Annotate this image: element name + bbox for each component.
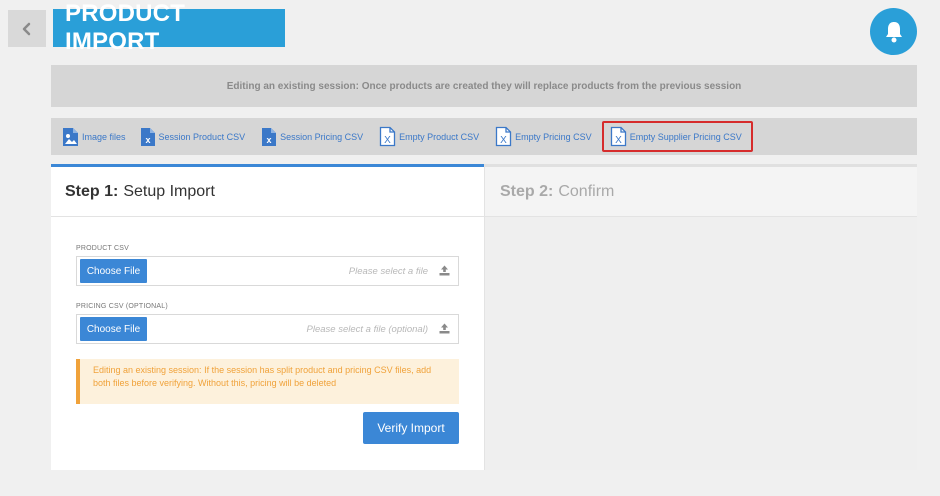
step-number: Step 1:: [65, 182, 119, 200]
product-csv-field[interactable]: Choose File Please select a file: [76, 256, 459, 286]
svg-text:X: X: [500, 135, 507, 146]
download-link-label: Image files: [82, 131, 126, 142]
product-csv-placeholder: Please select a file: [348, 265, 428, 277]
tab-step-1[interactable]: Step 1: Setup Import: [51, 164, 484, 217]
download-empty-supplier-pricing-csv-link[interactable]: X Empty Supplier Pricing CSV: [601, 121, 753, 152]
excel-outline-icon: X: [610, 126, 626, 147]
session-warning: Editing an existing session: If the sess…: [76, 359, 459, 404]
product-csv-label: PRODUCT CSV: [76, 245, 130, 252]
pricing-csv-choose-button[interactable]: Choose File: [80, 317, 147, 341]
excel-file-icon: x: [140, 127, 155, 146]
download-empty-product-csv-link[interactable]: X Empty Product CSV: [375, 121, 483, 152]
download-image-files-link[interactable]: Image files: [58, 121, 130, 152]
chevron-left-icon: [22, 22, 31, 35]
excel-outline-icon: X: [496, 126, 512, 147]
downloads-bar: Image files x Session Product CSV x Sess…: [51, 118, 917, 155]
pricing-csv-field[interactable]: Choose File Please select a file (option…: [76, 314, 459, 344]
download-empty-pricing-csv-link[interactable]: X Empty Pricing CSV: [491, 121, 596, 152]
download-session-pricing-csv-link[interactable]: x Session Pricing CSV: [257, 121, 367, 152]
upload-icon[interactable]: [439, 323, 450, 334]
svg-text:X: X: [384, 135, 391, 146]
pricing-csv-label: PRICING CSV (OPTIONAL): [76, 303, 168, 310]
import-wizard: Step 1: Setup Import Step 2: Confirm PRO…: [51, 164, 917, 470]
svg-text:x: x: [267, 135, 272, 145]
step-2-panel: [484, 217, 917, 470]
bell-icon: [885, 21, 902, 42]
download-link-label: Session Product CSV: [158, 131, 246, 142]
excel-file-icon: x: [262, 127, 277, 146]
verify-import-button[interactable]: Verify Import: [363, 412, 459, 444]
step-label: Setup Import: [123, 182, 215, 200]
download-link-label: Empty Product CSV: [399, 131, 480, 142]
product-csv-choose-button[interactable]: Choose File: [80, 259, 147, 283]
back-button[interactable]: [8, 10, 46, 47]
download-link-label: Empty Pricing CSV: [515, 131, 592, 142]
pricing-csv-placeholder: Please select a file (optional): [306, 323, 428, 335]
excel-outline-icon: X: [379, 126, 396, 147]
step-number: Step 2:: [500, 182, 554, 200]
svg-text:x: x: [145, 135, 150, 145]
page-title: PRODUCT IMPORT: [53, 0, 285, 55]
tab-step-2[interactable]: Step 2: Confirm: [484, 164, 917, 217]
download-session-product-csv-link[interactable]: x Session Product CSV: [136, 121, 250, 152]
session-banner: Editing an existing session: Once produc…: [51, 65, 917, 107]
download-link-label: Session Pricing CSV: [280, 131, 364, 142]
upload-icon[interactable]: [439, 265, 450, 276]
step-label: Confirm: [558, 182, 615, 200]
image-file-icon: [63, 127, 78, 146]
download-link-label: Empty Supplier Pricing CSV: [629, 131, 742, 142]
notifications-button[interactable]: [870, 8, 917, 55]
svg-text:X: X: [615, 135, 622, 146]
